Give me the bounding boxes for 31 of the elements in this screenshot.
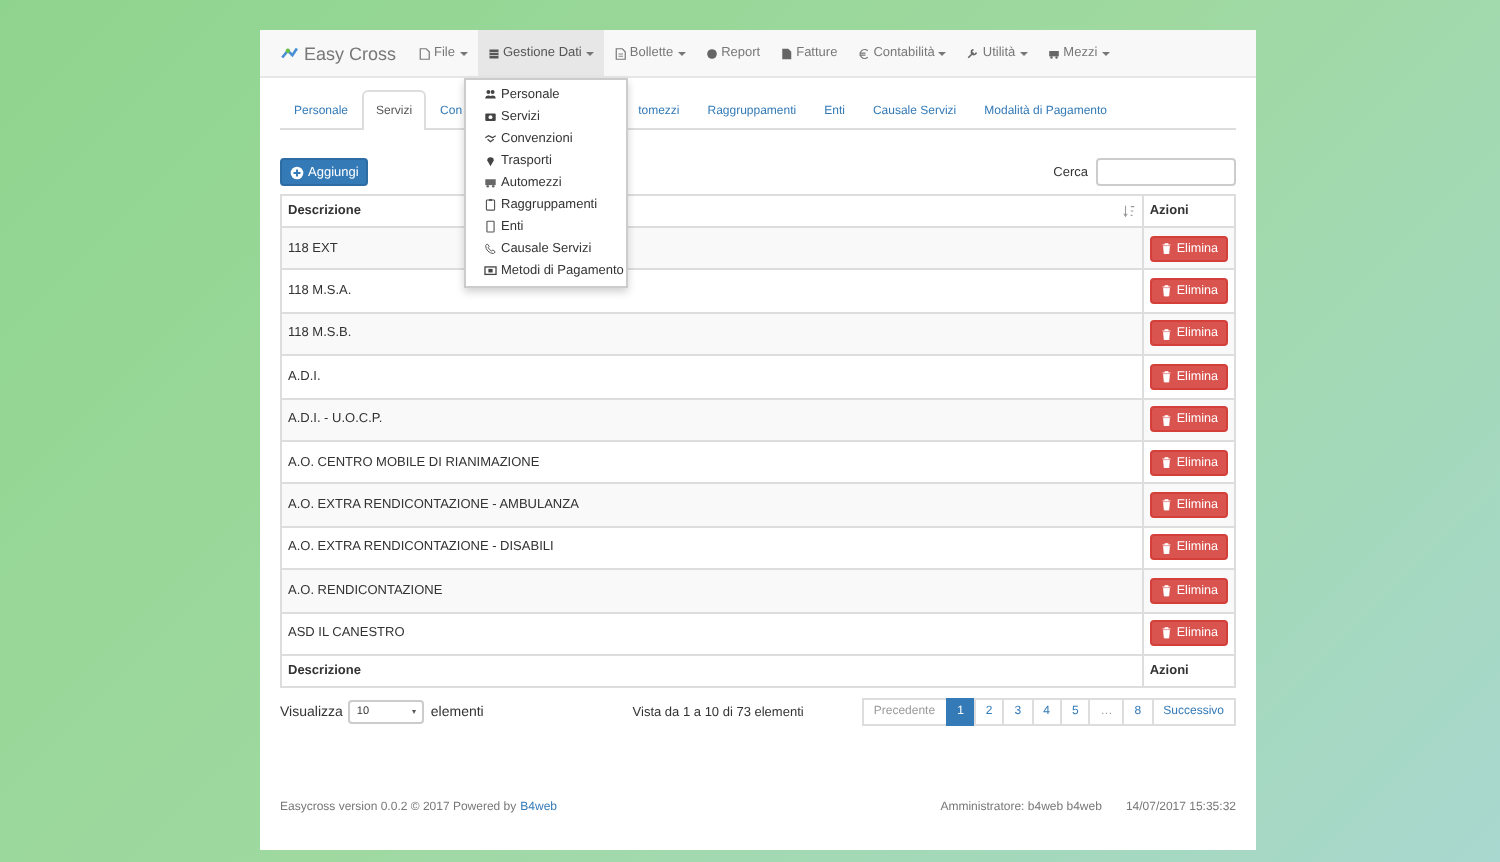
vehicle-icon	[1047, 47, 1060, 59]
trash-icon	[1159, 626, 1173, 640]
trash-icon	[1159, 327, 1173, 341]
card-icon	[484, 264, 497, 278]
file-icon	[418, 47, 431, 59]
document-icon	[613, 47, 626, 59]
sort-icon	[1121, 204, 1136, 218]
logo-icon	[280, 44, 298, 62]
users-icon	[484, 88, 497, 102]
plus-icon	[290, 165, 304, 179]
search-field[interactable]	[1096, 158, 1236, 186]
trash-icon	[1159, 284, 1173, 298]
trash-icon	[1159, 455, 1173, 469]
brand-name[interactable]: Easy Cross	[304, 43, 397, 63]
vehicle-icon	[484, 176, 497, 190]
clipboard-icon	[484, 198, 497, 212]
euro-icon	[857, 47, 870, 59]
camera-icon	[484, 110, 497, 124]
circle-icon	[705, 47, 718, 59]
wrench-icon	[966, 47, 979, 59]
trash-icon	[1159, 584, 1173, 598]
trash-icon	[1159, 498, 1173, 512]
trash-icon	[1159, 413, 1173, 426]
tablet-icon	[484, 220, 497, 234]
trash-icon	[1159, 241, 1173, 255]
trash-icon	[1159, 541, 1173, 555]
phone-icon	[484, 242, 497, 256]
document-icon	[780, 47, 793, 59]
pin-icon	[484, 154, 497, 168]
trash-icon	[1159, 370, 1173, 384]
table-icon	[487, 47, 499, 59]
